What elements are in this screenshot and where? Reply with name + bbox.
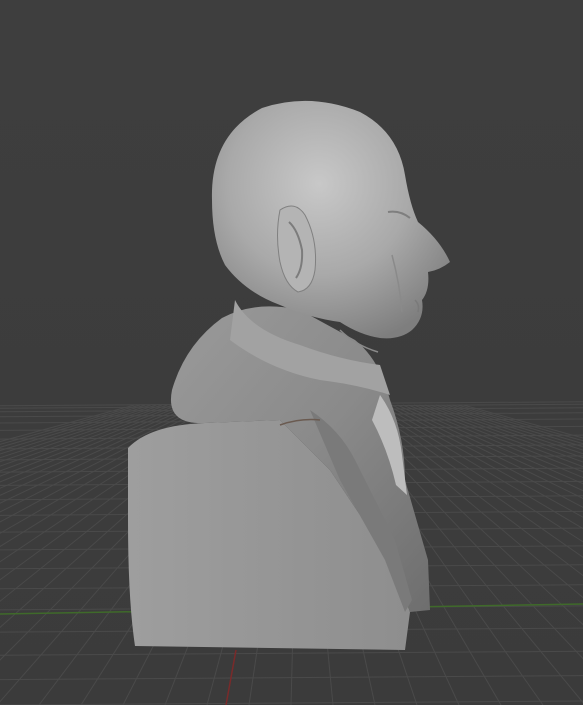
viewport-canvas xyxy=(0,0,583,705)
3d-viewport[interactable] xyxy=(0,0,583,705)
